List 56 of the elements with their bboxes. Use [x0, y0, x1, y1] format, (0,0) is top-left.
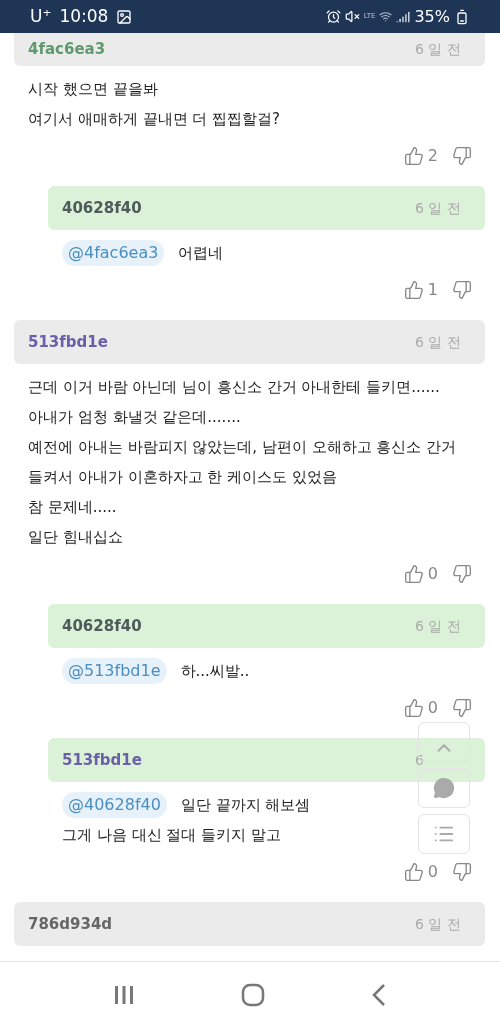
- timestamp: 6 일 전: [415, 332, 461, 352]
- battery-icon: [454, 8, 470, 25]
- thumbs-up-icon: [403, 698, 424, 718]
- comment-text: 그게 나음 대신 절대 들키지 말고: [62, 825, 281, 846]
- comment-text: 아내가 엄청 화낼것 같은데.......: [28, 407, 241, 428]
- comments-button[interactable]: [418, 768, 470, 808]
- like-button[interactable]: 2: [403, 144, 438, 168]
- author-name[interactable]: 513fbd1e: [62, 748, 142, 772]
- comment-text: 일단 힘내십쇼: [28, 527, 123, 548]
- comment-text: 어렵네: [178, 243, 224, 264]
- thumbs-up-icon: [403, 564, 424, 584]
- comment-text: 참 문제네.....: [28, 497, 117, 518]
- comment-text: 여기서 애매하게 끝내면 더 찝찝할걸?: [28, 109, 281, 130]
- author-name[interactable]: 40628f40: [62, 196, 142, 220]
- dislike-icon[interactable]: [452, 280, 472, 300]
- mention-tag[interactable]: @40628f40: [62, 792, 167, 818]
- dislike-icon[interactable]: [452, 862, 472, 882]
- wifi-icon: [379, 10, 393, 23]
- alarm-icon: [325, 9, 341, 24]
- dislike-icon[interactable]: [452, 564, 472, 584]
- like-button[interactable]: 1: [403, 278, 438, 302]
- clock: 10:08: [59, 4, 109, 28]
- timestamp: 6 일 전: [415, 40, 461, 59]
- mute-icon: [344, 9, 360, 24]
- thumbs-up-icon: [403, 862, 424, 882]
- battery-level: 35%: [414, 5, 450, 28]
- thumbs-up-icon: [403, 280, 424, 300]
- author-name[interactable]: 513fbd1e: [28, 330, 108, 354]
- comment-text: 일단 끝까지 해보셈: [180, 795, 311, 816]
- image-icon: [116, 8, 133, 25]
- comment-text: 근데 이거 바람 아닌데 님이 흥신소 간거 아내한테 들키면......: [28, 377, 440, 398]
- author-name[interactable]: 786d934d: [28, 912, 113, 936]
- author-name[interactable]: 40628f40: [62, 614, 142, 638]
- dislike-icon[interactable]: [452, 146, 472, 166]
- timestamp: 6 일 전: [415, 914, 461, 934]
- carrier: U⁺: [30, 4, 52, 28]
- recent-apps-icon[interactable]: [113, 983, 135, 1006]
- like-button[interactable]: 0: [403, 562, 438, 586]
- chat-icon: [433, 777, 455, 799]
- timestamp: 6 일 전: [415, 616, 461, 636]
- timestamp: 6: [415, 750, 424, 770]
- signal-icon: [396, 9, 411, 24]
- mention-tag[interactable]: @513fbd1e: [62, 658, 167, 684]
- author-name[interactable]: 4fac6ea3: [28, 38, 106, 61]
- comment-text: 하...씨발..: [180, 661, 250, 682]
- mention-tag[interactable]: @4fac6ea3: [62, 240, 165, 266]
- dislike-icon[interactable]: [452, 698, 472, 718]
- like-button[interactable]: 0: [403, 860, 438, 884]
- home-icon[interactable]: [241, 982, 265, 1007]
- comment-text: 예전에 아내는 바람피지 않았는데, 남편이 오해하고 흥신소 간거 들켜서 아내가 이혼하자고 한 케이스도 있었음: [28, 437, 458, 488]
- timestamp: 6 일 전: [415, 198, 461, 218]
- comment-text: 시작 했으면 끝을봐: [28, 79, 158, 100]
- thumbs-up-icon: [403, 146, 424, 166]
- like-button[interactable]: 0: [403, 696, 438, 720]
- back-icon[interactable]: [371, 982, 387, 1007]
- list-button[interactable]: [418, 814, 470, 854]
